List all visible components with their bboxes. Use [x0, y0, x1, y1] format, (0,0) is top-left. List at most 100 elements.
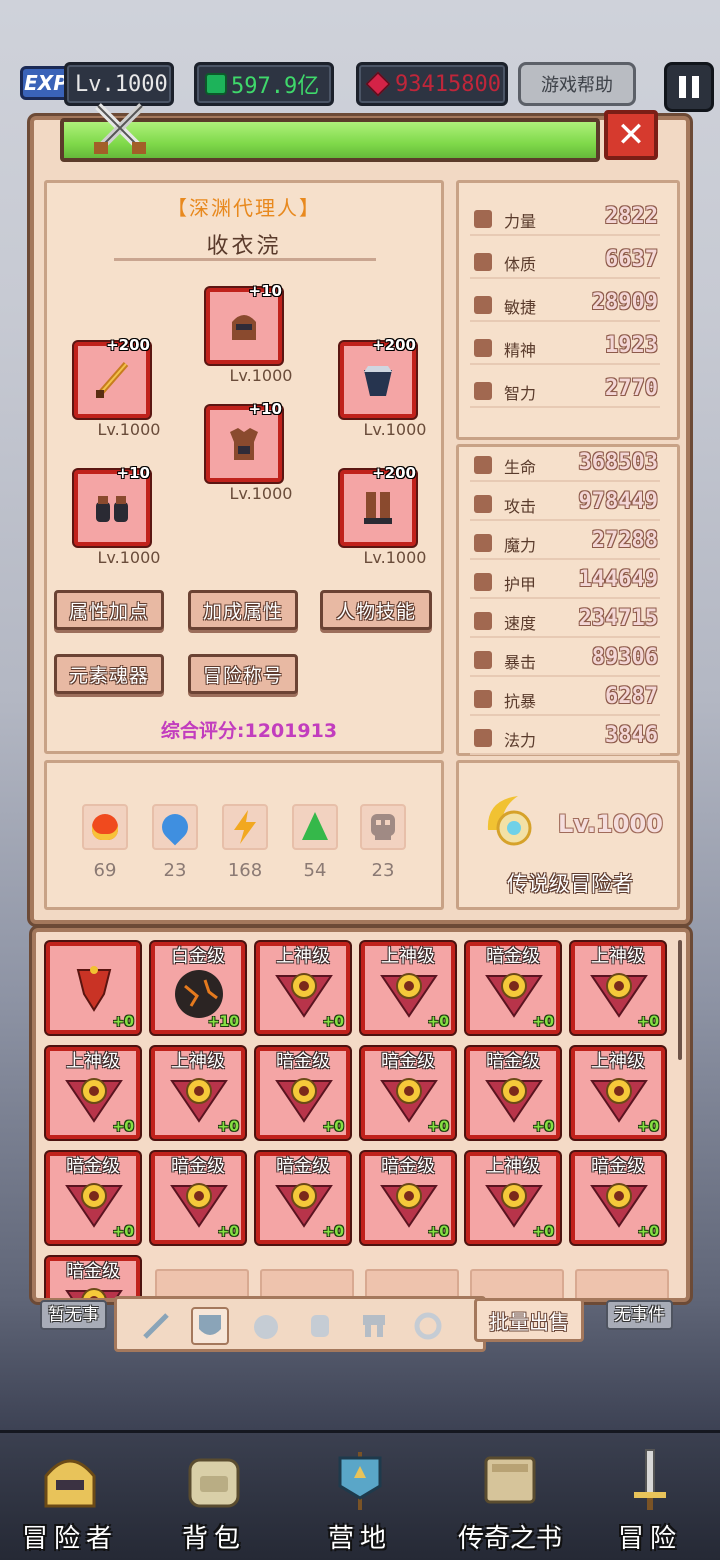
empty-inventory-slot[interactable]: [575, 1269, 669, 1298]
book-icon: [484, 1456, 536, 1504]
lightning-element-icon: [222, 804, 268, 850]
nav-label: 冒险者: [21, 1524, 118, 1554]
stat-value: 28909: [591, 290, 658, 315]
brain-icon: [474, 382, 492, 400]
inventory-slot[interactable]: 上神级 +0: [151, 1047, 245, 1139]
stat-label: 敏捷: [504, 298, 537, 317]
stat-label: 魔力: [504, 536, 537, 555]
skull-element-value: 23: [371, 860, 395, 881]
item-enhance: +0: [427, 1014, 449, 1030]
emblem-icon: [170, 1183, 228, 1228]
inventory-slot[interactable]: +0: [46, 942, 140, 1034]
helmet-icon: [232, 315, 256, 340]
heart-icon: [474, 253, 492, 271]
inventory-slot[interactable]: 暗金级 +0: [361, 1152, 455, 1244]
attribute-points-button[interactable]: 属性加点: [54, 590, 164, 630]
equip-armor-slot[interactable]: +10: [206, 400, 282, 482]
stat-spirit: 精神 1923: [470, 331, 660, 365]
player-level-text: Lv.1000: [75, 71, 168, 97]
stat-label: 速度: [504, 614, 537, 633]
emblem-icon: [590, 973, 648, 1018]
adventure-title-button[interactable]: 冒险称号: [188, 654, 298, 694]
inventory-slot[interactable]: 上神级 +0: [256, 942, 350, 1034]
stat-value: 3846: [605, 723, 658, 748]
nav-camp[interactable]: 营地: [290, 1440, 430, 1556]
item-grade: 暗金级: [591, 1156, 645, 1177]
stat-label: 暴击: [504, 653, 537, 672]
stat-value: 6637: [605, 247, 658, 272]
armor-tab[interactable]: [191, 1307, 229, 1345]
inventory-slot[interactable]: 暗金级 +0: [46, 1152, 140, 1244]
emblem-icon: [590, 1078, 648, 1123]
stat-label: 护甲: [504, 575, 537, 594]
inventory-slot[interactable]: 暗金级 +0: [361, 1047, 455, 1139]
stat-value: 144649: [578, 567, 658, 592]
inventory-scrollbar[interactable]: [678, 940, 682, 1060]
stat-value: 6287: [605, 684, 658, 709]
stat-hp: 生命 368503: [470, 448, 660, 482]
equip-helmet-slot[interactable]: +10: [206, 282, 282, 364]
stat-crit: 暴击 89306: [470, 643, 660, 677]
emblem-icon: [590, 1183, 648, 1228]
nav-backpack[interactable]: 背包: [144, 1440, 284, 1556]
stat-intelligence: 智力 2770: [470, 374, 660, 408]
weapon-tab[interactable]: [137, 1307, 175, 1345]
item-grade: 暗金级: [276, 1156, 330, 1177]
item-enhance: +0: [427, 1224, 449, 1240]
item-grade: 上神级: [66, 1051, 120, 1072]
sword-icon: [634, 1449, 666, 1510]
inventory-slot[interactable]: 上神级 +0: [46, 1047, 140, 1139]
pause-button[interactable]: [664, 62, 714, 112]
item-enhance: +0: [427, 1119, 449, 1135]
inventory-slot[interactable]: 上神级 +0: [466, 1152, 560, 1244]
inventory-slot[interactable]: 暗金级 +0: [256, 1152, 350, 1244]
equip-gloves-slot[interactable]: +10: [74, 464, 150, 546]
helmet-tab[interactable]: [247, 1307, 285, 1345]
item-enhance: +0: [532, 1119, 554, 1135]
inventory-slot[interactable]: 上神级 +0: [361, 942, 455, 1034]
fire-element-value: 69: [93, 860, 117, 881]
fire-element-icon: [82, 804, 128, 850]
nav-adventure[interactable]: 冒险: [580, 1440, 720, 1556]
boot-icon: [474, 296, 492, 314]
bonus-attributes-button[interactable]: 加成属性: [188, 590, 298, 630]
overall-score: 综合评分:1201913: [160, 720, 338, 742]
inventory-slot[interactable]: 上神级 +0: [571, 942, 665, 1034]
skull-element-icon: [360, 804, 406, 850]
equip-weapon-slot[interactable]: +200: [74, 336, 150, 418]
inventory-slot[interactable]: 上神级 +0: [571, 1047, 665, 1139]
item-enhance: +10: [207, 1014, 239, 1030]
stat-label: 精神: [504, 341, 537, 360]
inventory-slot[interactable]: 暗金级 +0: [256, 1047, 350, 1139]
item-enhance: +0: [637, 1119, 659, 1135]
game-help-button[interactable]: 游戏帮助: [518, 62, 636, 106]
item-grade: 暗金级: [171, 1156, 225, 1177]
element-soul-button[interactable]: 元素魂器: [54, 654, 164, 694]
nav-legend-book[interactable]: 传奇之书: [440, 1440, 580, 1556]
character-skills-button[interactable]: 人物技能: [320, 590, 432, 630]
equip-accessory-slot[interactable]: +200: [340, 336, 416, 418]
boots-tab[interactable]: [355, 1307, 393, 1345]
star-icon: [474, 729, 492, 747]
close-button[interactable]: ✕: [604, 110, 658, 160]
inventory-slot[interactable]: 暗金级 +0: [151, 1152, 245, 1244]
item-grade: 上神级: [591, 946, 645, 967]
inventory-slot[interactable]: 白金级 +10: [151, 942, 245, 1034]
stat-attack: 攻击 978449: [470, 487, 660, 521]
bulk-sell-button[interactable]: 批量出售: [474, 1298, 584, 1342]
red-currency: 93415800: [356, 62, 508, 106]
equip-level: Lv.1000: [363, 420, 427, 439]
gloves-tab[interactable]: [301, 1307, 339, 1345]
item-enhance: +0: [112, 1014, 134, 1030]
item-grade: 暗金级: [276, 1051, 330, 1072]
inventory-slot[interactable]: 暗金级 +0: [466, 1047, 560, 1139]
stat-value: 368503: [578, 450, 658, 475]
stat-label: 力量: [504, 212, 537, 231]
inventory-slot[interactable]: 暗金级 +0: [466, 942, 560, 1034]
ring-tab[interactable]: [409, 1307, 447, 1345]
nav-adventurer[interactable]: 冒险者: [0, 1440, 140, 1556]
emblem-icon: [485, 1183, 543, 1228]
item-enhance: +0: [532, 1224, 554, 1240]
inventory-slot[interactable]: 暗金级 +0: [571, 1152, 665, 1244]
equip-boots-slot[interactable]: +200: [340, 464, 416, 546]
